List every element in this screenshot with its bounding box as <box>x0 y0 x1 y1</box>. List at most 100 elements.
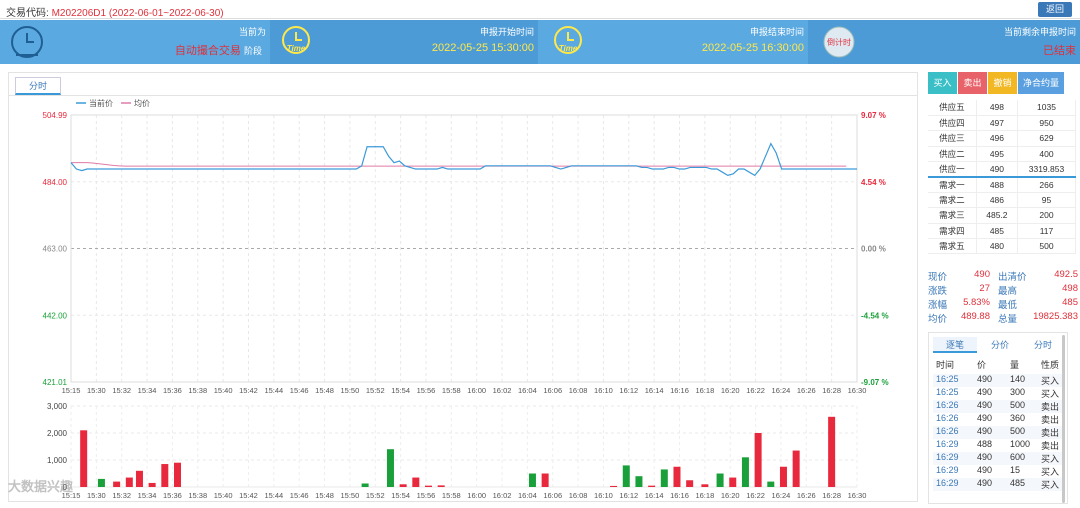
volume-bar <box>660 469 668 487</box>
y-axis-label: 442.00 <box>43 311 68 320</box>
header-time: 时间 <box>936 360 955 370</box>
action-buttons: 买入 卖出 撤销 净合约量 <box>928 72 1064 94</box>
status-title: 当前为 <box>238 27 266 37</box>
stat-label: 涨幅 <box>928 300 948 311</box>
stat-row: 涨跌 27 最高 498 <box>928 282 1078 297</box>
trade-side: 卖出 <box>1041 441 1060 451</box>
vol-x-axis-label: 15:32 <box>112 491 131 500</box>
orderbook-label: 供应五 <box>928 100 977 116</box>
volume-bar <box>729 477 737 487</box>
remaining-value: 已结束 <box>1043 45 1076 57</box>
orderbook-qty: 1035 <box>1017 100 1077 116</box>
volume-bar <box>173 462 181 487</box>
sell-button[interactable]: 卖出 <box>958 72 987 94</box>
vol-x-axis-label: 16:20 <box>721 491 740 500</box>
volume-bar <box>792 450 800 487</box>
orderbook-qty: 117 <box>1017 223 1077 240</box>
trade-row: 16:25 490 140 买入 <box>933 374 1063 387</box>
x-axis-label: 15:15 <box>62 386 81 395</box>
trade-time: 16:29 <box>936 478 959 488</box>
vol-x-axis-label: 15:40 <box>214 491 233 500</box>
vol-x-axis-label: 16:16 <box>670 491 689 500</box>
trade-time: 16:26 <box>936 400 959 410</box>
orderbook-row: 需求五 480 500 <box>928 238 1077 255</box>
orderbook-row: 供应五 498 1035 <box>928 100 1077 116</box>
time-icon: Time <box>282 26 310 54</box>
x-axis-label: 15:58 <box>442 386 461 395</box>
start-time-block: Time 申报开始时间 2022-05-25 15:30:00 <box>270 20 538 64</box>
status-block: 当前为 自动撮合交易 阶段 <box>0 20 270 64</box>
x-axis-label: 16:30 <box>848 386 867 395</box>
orderbook-label: 需求二 <box>928 192 977 209</box>
vol-x-axis-label: 16:28 <box>822 491 841 500</box>
orderbook-price: 495 <box>976 146 1018 163</box>
orderbook-price: 490 <box>976 161 1018 178</box>
volume-bar <box>754 433 762 487</box>
orderbook-price: 486 <box>976 192 1018 209</box>
volume-bar <box>148 482 156 487</box>
orderbook-row: 供应二 495 400 <box>928 146 1077 163</box>
x-axis-label: 16:06 <box>543 386 562 395</box>
trade-row: 16:29 490 485 买入 <box>933 478 1063 491</box>
trade-row: 16:29 490 600 买入 <box>933 452 1063 465</box>
orderbook-price: 480 <box>976 238 1018 255</box>
trade-row: 16:25 490 300 买入 <box>933 387 1063 400</box>
stat-row: 涨幅 5.83% 最低 485 <box>928 296 1078 311</box>
contract-code-value: M202206D1 (2022-06-01~2022-06-30) <box>51 8 224 19</box>
orderbook-label: 需求五 <box>928 238 977 255</box>
x-axis-label: 16:14 <box>645 386 664 395</box>
x-axis-label: 15:30 <box>87 386 106 395</box>
trade-price: 490 <box>977 478 993 488</box>
orderbook-qty: 629 <box>1017 130 1077 147</box>
x-axis-label: 15:34 <box>138 386 157 395</box>
vol-axis-label: 2,000 <box>47 429 68 438</box>
orderbook-row: 需求二 486 95 <box>928 192 1077 209</box>
trade-row: 16:29 490 15 买入 <box>933 465 1063 478</box>
stat-value: 19825.383 <box>1033 311 1078 322</box>
tab-tick[interactable]: 逐笔 <box>933 337 977 353</box>
back-button[interactable]: 返回 <box>1038 2 1072 17</box>
volume-bar <box>716 473 724 487</box>
cancel-button[interactable]: 撤销 <box>988 72 1017 94</box>
legend-avg: 均价 <box>134 98 150 108</box>
x-axis-label: 15:44 <box>264 386 283 395</box>
trades-scrollbar[interactable] <box>1062 335 1065 503</box>
end-time-value: 2022-05-25 16:30:00 <box>701 42 804 54</box>
stat-value: 485 <box>1062 297 1078 308</box>
tab-minute[interactable]: 分时 <box>1023 337 1063 353</box>
tab-price-split[interactable]: 分价 <box>979 337 1021 353</box>
trade-time: 16:26 <box>936 426 959 436</box>
orderbook-price: 497 <box>976 115 1018 132</box>
trade-price: 488 <box>977 439 993 449</box>
trade-price: 490 <box>977 400 993 410</box>
y-axis-label: 463.00 <box>43 245 68 254</box>
stat-value: 498 <box>1062 283 1078 294</box>
vol-x-axis-label: 15:46 <box>290 491 309 500</box>
orderbook-price: 485.2 <box>976 207 1018 224</box>
contract-code-label: 交易代码: <box>6 8 49 19</box>
volume-bar <box>741 457 749 487</box>
buy-button[interactable]: 买入 <box>928 72 957 94</box>
stat-row: 现价 490 出清价 492.5 <box>928 268 1078 283</box>
trade-qty: 485 <box>1010 478 1026 488</box>
orderbook-row: 需求一 488 266 <box>928 176 1077 193</box>
vol-x-axis-label: 16:02 <box>493 491 512 500</box>
trade-time: 16:26 <box>936 413 959 423</box>
x-axis-label: 15:40 <box>214 386 233 395</box>
trade-side: 买入 <box>1041 389 1060 399</box>
trade-row: 16:26 490 500 卖出 <box>933 426 1063 439</box>
x-axis-label: 16:10 <box>594 386 613 395</box>
trade-side: 卖出 <box>1041 402 1060 412</box>
x-axis-label: 15:46 <box>290 386 309 395</box>
trade-row: 16:29 488 1000 卖出 <box>933 439 1063 452</box>
trade-price: 490 <box>977 387 993 397</box>
x-axis-label: 15:54 <box>391 386 410 395</box>
trade-price: 490 <box>977 465 993 475</box>
trade-time: 16:25 <box>936 374 959 384</box>
tab-intraday[interactable]: 分时 <box>15 77 61 95</box>
remaining-title: 当前剩余申报时间 <box>1003 27 1076 37</box>
y-axis-label: 504.99 <box>43 111 68 120</box>
x-axis-label: 16:28 <box>822 386 841 395</box>
orderbook-row: 供应一 490 3319.853 <box>928 161 1077 178</box>
net-position-button[interactable]: 净合约量 <box>1018 72 1064 94</box>
